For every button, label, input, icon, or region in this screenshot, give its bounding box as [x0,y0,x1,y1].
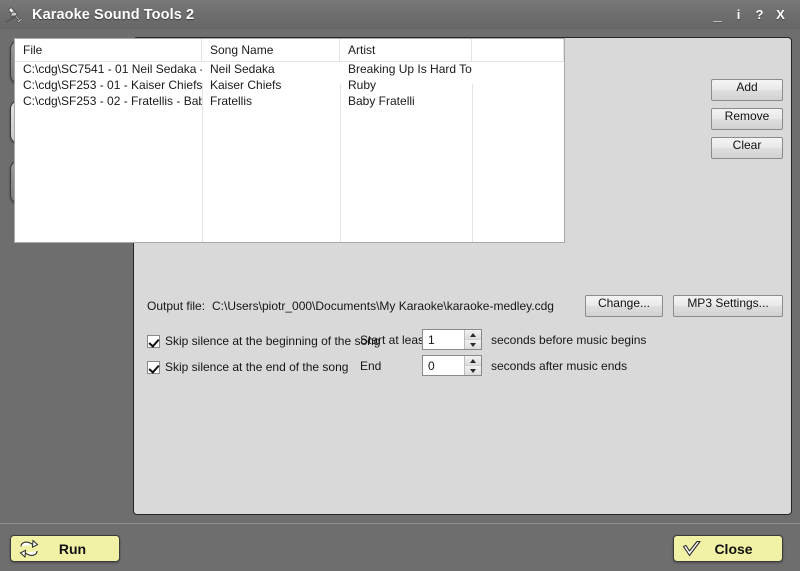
close-button[interactable]: Close [673,535,783,562]
help-icon[interactable]: ? [749,4,770,26]
skip-silence-begin-checkbox[interactable] [147,335,160,348]
minimize-icon[interactable]: _ [707,2,728,27]
end-spinner-label: End [360,359,381,373]
cell-artist: Baby Fratelli [340,94,472,110]
skip-silence-begin-row: Skip silence at the beginning of the son… [147,331,380,351]
cell-file: C:\cdg\SC7541 - 01 Neil Sedaka - ... [15,62,202,78]
cell-song: Kaiser Chiefs [202,78,340,94]
cell-file: C:\cdg\SF253 - 02 - Fratellis - Bab... [15,94,202,110]
start-seconds-suffix: seconds before music begins [491,333,646,347]
output-file-path: C:\Users\piotr_000\Documents\My Karaoke\… [212,299,554,313]
cell-extra [472,94,564,110]
microphone-wrench-icon [3,3,27,27]
start-seconds-value[interactable]: 1 [423,330,464,349]
output-file-label: Output file: [147,299,205,313]
skip-silence-end-checkbox[interactable] [147,361,160,374]
checkmark-icon [679,538,705,560]
remove-button[interactable]: Remove [711,108,783,130]
end-seconds-value[interactable]: 0 [423,356,464,375]
cell-artist: Ruby [340,78,472,94]
column-header-artist[interactable]: Artist [340,39,472,61]
window-controls: _ i ? X [707,2,791,27]
cell-song: Neil Sedaka [202,62,340,78]
clear-button[interactable]: Clear [711,137,783,159]
table-row[interactable]: C:\cdg\SC7541 - 01 Neil Sedaka - ... Nei… [15,62,564,78]
window-title: Karaoke Sound Tools 2 [32,7,194,23]
list-body: C:\cdg\SC7541 - 01 Neil Sedaka - ... Nei… [15,62,564,110]
list-header-row: File Song Name Artist [15,39,564,62]
stepper-up-icon[interactable] [465,356,481,365]
change-output-button[interactable]: Change... [585,295,663,317]
end-seconds-suffix: seconds after music ends [491,359,627,373]
songs-list[interactable]: File Song Name Artist C:\cdg\SC7541 - 01… [14,38,565,243]
cell-file: C:\cdg\SF253 - 01 - Kaiser Chiefs -... [15,78,202,94]
column-header-song[interactable]: Song Name [202,39,340,61]
info-icon[interactable]: i [728,4,749,26]
stepper-down-icon[interactable] [465,365,481,375]
run-button-label: Run [42,541,103,557]
mp3-settings-button[interactable]: MP3 Settings... [673,295,783,317]
start-seconds-stepper[interactable]: 1 [422,329,482,350]
cell-artist: Breaking Up Is Hard To ... [340,62,472,78]
close-icon[interactable]: X [770,4,791,26]
end-seconds-stepper[interactable]: 0 [422,355,482,376]
start-stepper-buttons [464,330,481,349]
stepper-up-icon[interactable] [465,330,481,339]
circular-arrows-icon [16,538,42,560]
cell-song: Fratellis [202,94,340,110]
cell-extra [472,62,564,78]
title-bar: Karaoke Sound Tools 2 _ i ? X [0,0,800,29]
start-spinner-label: Start at least [360,333,427,347]
column-header-file[interactable]: File [15,39,202,61]
add-button[interactable]: Add [711,79,783,101]
run-button[interactable]: Run [10,535,120,562]
end-stepper-buttons [464,356,481,375]
footer-bar: Run Close [0,523,800,571]
close-button-label: Close [705,541,762,557]
stepper-down-icon[interactable] [465,339,481,349]
skip-silence-end-row: Skip silence at the end of the song [147,357,348,377]
application-window: Karaoke Sound Tools 2 _ i ? X Process [0,0,800,571]
column-header-extra[interactable] [472,39,564,61]
skip-silence-end-label: Skip silence at the end of the song [165,360,348,374]
skip-silence-begin-label: Skip silence at the beginning of the son… [165,334,380,348]
table-row[interactable]: C:\cdg\SF253 - 02 - Fratellis - Bab... F… [15,94,564,110]
table-row[interactable]: C:\cdg\SF253 - 01 - Kaiser Chiefs -... K… [15,78,564,94]
cell-extra [472,78,564,94]
